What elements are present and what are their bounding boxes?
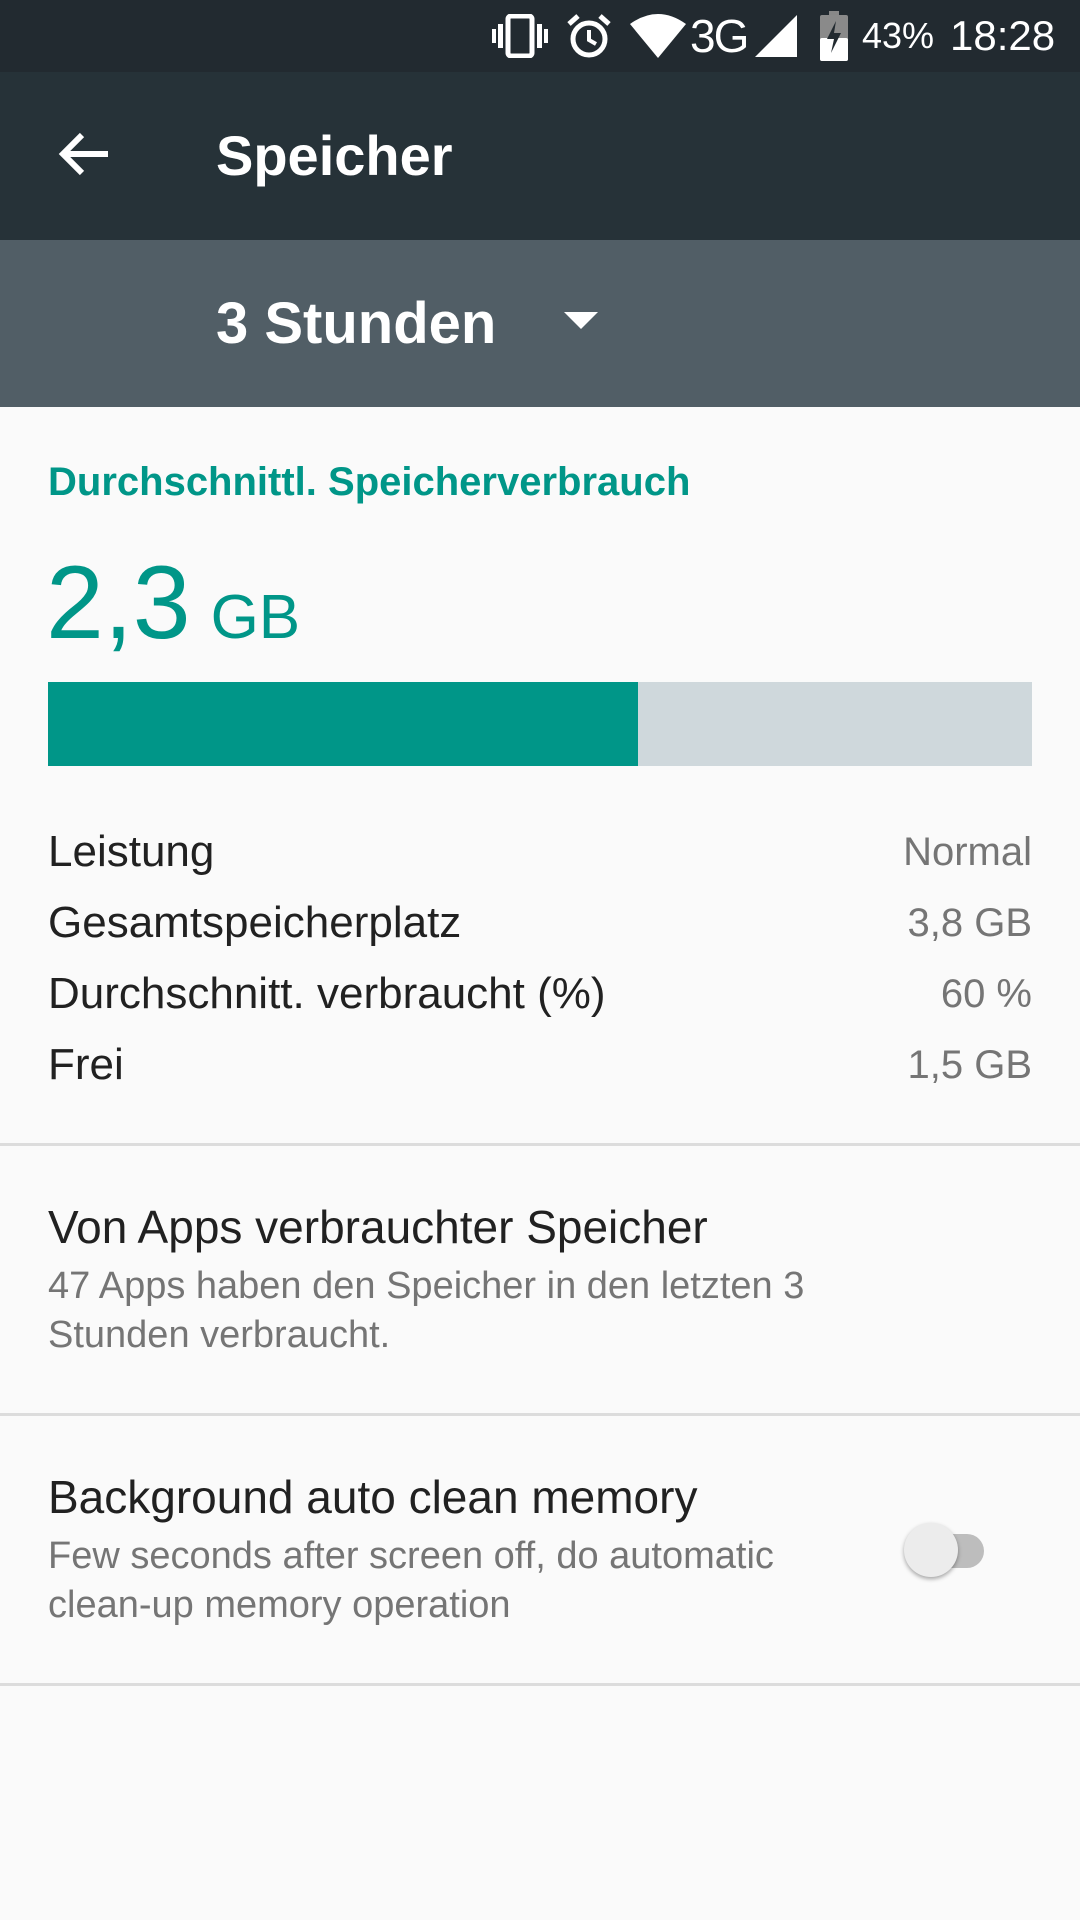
stat-row-used-percent: Durchschnitt. verbraucht (%) 60 % [48, 964, 1032, 1024]
stat-label: Gesamtspeicherplatz [48, 898, 462, 947]
item-title: Background auto clean memory [48, 1471, 698, 1523]
network-type: 3G [690, 10, 749, 62]
period-selected-label: 3 Stunden [216, 291, 497, 356]
battery-charging-icon [818, 0, 850, 72]
stat-row-performance: Leistung Normal [48, 822, 1032, 882]
arrow-back-icon [58, 131, 110, 182]
period-dropdown[interactable]: 3 Stunden [216, 240, 626, 407]
vibrate-icon [488, 0, 552, 72]
stat-value: Normal [903, 829, 1032, 874]
toggle-thumb [904, 1523, 958, 1577]
summary-heading: Durchschnittl. Speicherverbrauch [48, 460, 691, 504]
alarm-icon [562, 0, 616, 72]
app-bar: Speicher [0, 72, 1080, 240]
item-title: Von Apps verbrauchter Speicher [48, 1201, 708, 1253]
dropdown-arrow-icon [564, 312, 598, 335]
average-usage-value: 2,3 GB [46, 548, 300, 658]
stat-label: Leistung [48, 827, 215, 876]
average-usage-unit: GB [210, 583, 301, 652]
stat-label: Durchschnitt. verbraucht (%) [48, 969, 606, 1018]
apps-memory-item[interactable]: Von Apps verbrauchter Speicher 47 Apps h… [0, 1146, 1080, 1413]
stat-value: 3,8 GB [907, 900, 1032, 945]
average-usage-number: 2,3 [46, 545, 191, 661]
back-button[interactable] [36, 108, 132, 204]
auto-clean-toggle[interactable] [904, 1523, 1000, 1577]
divider [0, 1683, 1080, 1686]
battery-percent: 43% [862, 15, 935, 56]
period-bar: 3 Stunden [0, 240, 1080, 407]
stat-value: 1,5 GB [907, 1042, 1032, 1087]
wifi-icon [628, 0, 688, 72]
status-bar: 3G 43% 18:28 [0, 0, 1080, 72]
stat-label: Frei [48, 1040, 124, 1089]
item-subtitle: Few seconds after screen off, do automat… [48, 1535, 774, 1626]
page-title: Speicher [216, 124, 453, 187]
item-subtitle: 47 Apps haben den Speicher in den letzte… [48, 1265, 805, 1356]
stat-row-total: Gesamtspeicherplatz 3,8 GB [48, 893, 1032, 953]
usage-progress-bar [48, 682, 1032, 766]
usage-progress-fill [48, 682, 639, 766]
signal-icon [754, 0, 798, 72]
clock: 18:28 [950, 12, 1056, 59]
stat-row-free: Frei 1,5 GB [48, 1035, 1032, 1095]
stat-value: 60 % [940, 971, 1032, 1016]
